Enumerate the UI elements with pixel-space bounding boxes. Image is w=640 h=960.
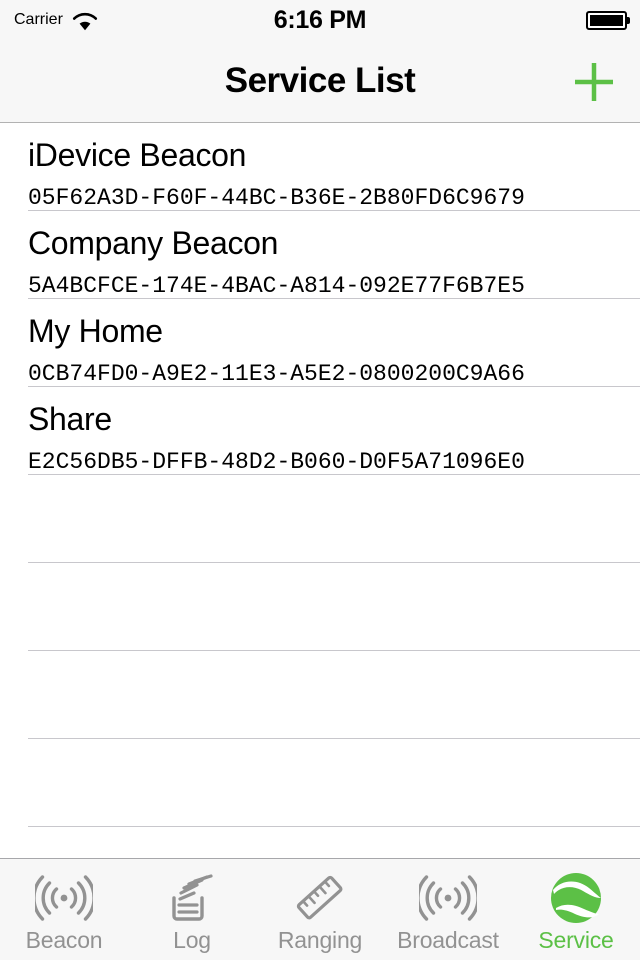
table-row-empty: [0, 475, 640, 563]
tab-bar: Beacon Log Ranging Broadcast Service: [0, 858, 640, 960]
service-uuid: 0CB74FD0-A9E2-11E3-A5E2-0800200C9A66: [28, 361, 525, 387]
page-title: Service List: [224, 61, 416, 100]
tab-beacon[interactable]: Beacon: [0, 859, 128, 960]
table-row[interactable]: iDevice Beacon 05F62A3D-F60F-44BC-B36E-2B…: [0, 123, 640, 211]
service-uuid: 5A4BCFCE-174E-4BAC-A814-092E77F6B7E5: [28, 273, 525, 299]
broadcast-waves-icon: [418, 871, 478, 925]
service-name: Share: [28, 401, 112, 437]
tab-label: Broadcast: [397, 927, 499, 953]
tab-service[interactable]: Service: [512, 859, 640, 960]
tab-label: Beacon: [25, 927, 103, 953]
tab-ranging[interactable]: Ranging: [256, 859, 384, 960]
beacon-waves-icon: [34, 871, 94, 925]
battery-full-icon: [586, 11, 630, 30]
table-row[interactable]: Company Beacon 5A4BCFCE-174E-4BAC-A814-09…: [0, 211, 640, 299]
service-name: iDevice Beacon: [28, 137, 247, 173]
ruler-icon: [290, 871, 350, 925]
add-service-button[interactable]: [566, 56, 622, 112]
tab-log[interactable]: Log: [128, 859, 256, 960]
navigation-bar: Service List: [0, 40, 640, 123]
status-bar: Carrier 6:16 PM: [0, 0, 640, 40]
tab-label: Service: [538, 927, 614, 953]
service-uuid: E2C56DB5-DFFB-48D2-B060-D0F5A71096E0: [28, 449, 525, 475]
table-row-empty: [0, 827, 640, 858]
service-list[interactable]: iDevice Beacon 05F62A3D-F60F-44BC-B36E-2B…: [0, 123, 640, 858]
table-row[interactable]: My Home 0CB74FD0-A9E2-11E3-A5E2-0800200C9…: [0, 299, 640, 387]
plus-icon: [570, 58, 618, 111]
tab-label: Log: [173, 927, 211, 953]
table-row[interactable]: Share E2C56DB5-DFFB-48D2-B060-D0F5A71096E…: [0, 387, 640, 475]
log-tray-icon: [162, 871, 222, 925]
table-row-empty: [0, 563, 640, 651]
tab-label: Ranging: [277, 927, 363, 953]
status-time: 6:16 PM: [273, 6, 367, 34]
service-uuid: 05F62A3D-F60F-44BC-B36E-2B80FD6C9679: [28, 185, 525, 211]
service-name: My Home: [28, 313, 163, 349]
table-row-empty: [0, 651, 640, 739]
tab-broadcast[interactable]: Broadcast: [384, 859, 512, 960]
globe-sphere-icon: [546, 871, 606, 925]
service-name: Company Beacon: [28, 225, 279, 261]
table-row-empty: [0, 739, 640, 827]
